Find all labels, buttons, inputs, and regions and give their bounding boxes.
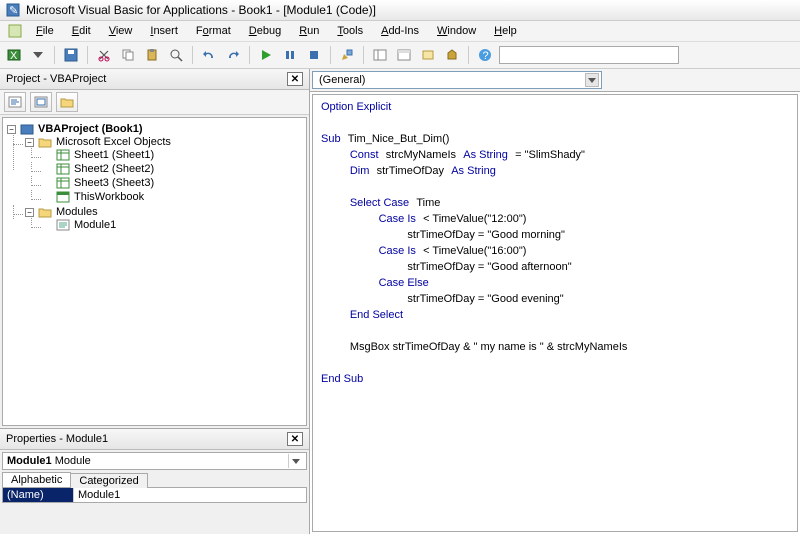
menu-run[interactable]: Run <box>291 23 327 39</box>
svg-text:✎: ✎ <box>9 5 18 17</box>
system-menu-icon[interactable] <box>4 24 26 38</box>
properties-header: Properties - Module1 ✕ <box>0 429 309 450</box>
separator <box>192 46 193 64</box>
menu-addins[interactable]: Add-Ins <box>373 23 427 39</box>
paste-button[interactable] <box>142 45 162 65</box>
project-explorer-button[interactable] <box>370 45 390 65</box>
project-explorer-title: Project - VBAProject <box>6 73 106 85</box>
run-button[interactable] <box>256 45 276 65</box>
code-object-bar: (General) <box>310 69 800 92</box>
view-code-button[interactable] <box>4 92 26 112</box>
separator <box>468 46 469 64</box>
menu-debug[interactable]: Debug <box>241 23 289 39</box>
object-browser-button[interactable] <box>418 45 438 65</box>
properties-panel: Properties - Module1 ✕ Module1 Module Al… <box>0 429 309 534</box>
close-icon[interactable]: ✕ <box>287 432 303 446</box>
menu-file[interactable]: File <box>28 23 62 39</box>
app-icon: ✎ <box>6 3 20 17</box>
reset-button[interactable] <box>304 45 324 65</box>
properties-tabs: Alphabetic Categorized <box>2 472 307 487</box>
tree-sheet2[interactable]: Sheet2 (Sheet2) <box>43 163 304 175</box>
menu-help[interactable]: Help <box>486 23 525 39</box>
cut-button[interactable] <box>94 45 114 65</box>
separator <box>363 46 364 64</box>
tree-sheet3[interactable]: Sheet3 (Sheet3) <box>43 177 304 189</box>
menu-format[interactable]: Format <box>188 23 239 39</box>
separator <box>249 46 250 64</box>
workbook-icon <box>56 191 70 203</box>
menu-edit[interactable]: Edit <box>64 23 99 39</box>
main-split: Project - VBAProject ✕ − VBAProject (Boo… <box>0 69 800 534</box>
tree-sheet1[interactable]: Sheet1 (Sheet1) <box>43 149 304 161</box>
tree-module1[interactable]: Module1 <box>43 219 304 231</box>
help-button[interactable]: ? <box>475 45 495 65</box>
code-text[interactable]: Option Explicit Sub Tim_Nice_But_Dim() C… <box>313 95 797 391</box>
vbaproject-icon <box>20 123 34 135</box>
code-pane: (General) Option Explicit Sub Tim_Nice_B… <box>310 69 800 534</box>
folder-open-icon <box>38 136 52 148</box>
folder-open-icon <box>38 206 52 218</box>
title-bar: ✎ Microsoft Visual Basic for Application… <box>0 0 800 21</box>
copy-button[interactable] <box>118 45 138 65</box>
svg-text:?: ? <box>483 50 489 62</box>
property-value[interactable]: Module1 <box>73 488 306 502</box>
help-search-combo[interactable] <box>499 46 679 64</box>
property-row[interactable]: (Name) Module1 <box>3 488 306 502</box>
chevron-down-icon[interactable] <box>288 454 302 468</box>
break-button[interactable] <box>280 45 300 65</box>
project-tree[interactable]: − VBAProject (Book1) − Microsoft Excel O… <box>2 117 307 426</box>
separator <box>330 46 331 64</box>
view-excel-button[interactable]: X <box>4 45 24 65</box>
insert-dropdown[interactable] <box>28 45 48 65</box>
object-combo[interactable]: (General) <box>312 71 602 89</box>
separator <box>87 46 88 64</box>
view-object-button[interactable] <box>30 92 52 112</box>
separator <box>54 46 55 64</box>
redo-button[interactable] <box>223 45 243 65</box>
collapse-icon[interactable]: − <box>7 125 16 134</box>
menu-window[interactable]: Window <box>429 23 484 39</box>
menu-view[interactable]: View <box>101 23 141 39</box>
menu-insert[interactable]: Insert <box>142 23 186 39</box>
toolbar: X ? <box>0 42 800 69</box>
close-icon[interactable]: ✕ <box>287 72 303 86</box>
toolbox-button[interactable] <box>442 45 462 65</box>
tree-modules[interactable]: − Modules <box>25 206 304 218</box>
project-toolbar <box>0 90 309 115</box>
tree-excel-objects[interactable]: − Microsoft Excel Objects <box>25 136 304 148</box>
code-editor[interactable]: Option Explicit Sub Tim_Nice_But_Dim() C… <box>312 94 798 532</box>
properties-title: Properties - Module1 <box>6 433 108 445</box>
properties-window-button[interactable] <box>394 45 414 65</box>
collapse-icon[interactable]: − <box>25 208 34 217</box>
module-icon <box>56 219 70 231</box>
window-title: Microsoft Visual Basic for Applications … <box>26 3 376 17</box>
toggle-folders-button[interactable] <box>56 92 78 112</box>
property-key: (Name) <box>3 488 73 502</box>
project-explorer-header: Project - VBAProject ✕ <box>0 69 309 90</box>
svg-text:X: X <box>10 50 18 62</box>
properties-grid: (Name) Module1 <box>2 487 307 503</box>
worksheet-icon <box>56 149 70 161</box>
find-button[interactable] <box>166 45 186 65</box>
worksheet-icon <box>56 177 70 189</box>
left-pane: Project - VBAProject ✕ − VBAProject (Boo… <box>0 69 310 534</box>
save-button[interactable] <box>61 45 81 65</box>
project-explorer-panel: Project - VBAProject ✕ − VBAProject (Boo… <box>0 69 309 429</box>
collapse-icon[interactable]: − <box>25 138 34 147</box>
tab-categorized[interactable]: Categorized <box>70 473 147 488</box>
design-mode-button[interactable] <box>337 45 357 65</box>
menu-bar: File Edit View Insert Format Debug Run T… <box>0 21 800 42</box>
tab-alphabetic[interactable]: Alphabetic <box>2 472 71 487</box>
tree-root[interactable]: − VBAProject (Book1) <box>7 123 304 135</box>
menu-tools[interactable]: Tools <box>329 23 371 39</box>
worksheet-icon <box>56 163 70 175</box>
tree-thisworkbook[interactable]: ThisWorkbook <box>43 191 304 203</box>
chevron-down-icon[interactable] <box>585 73 599 87</box>
properties-object-combo[interactable]: Module1 Module <box>2 452 307 470</box>
undo-button[interactable] <box>199 45 219 65</box>
